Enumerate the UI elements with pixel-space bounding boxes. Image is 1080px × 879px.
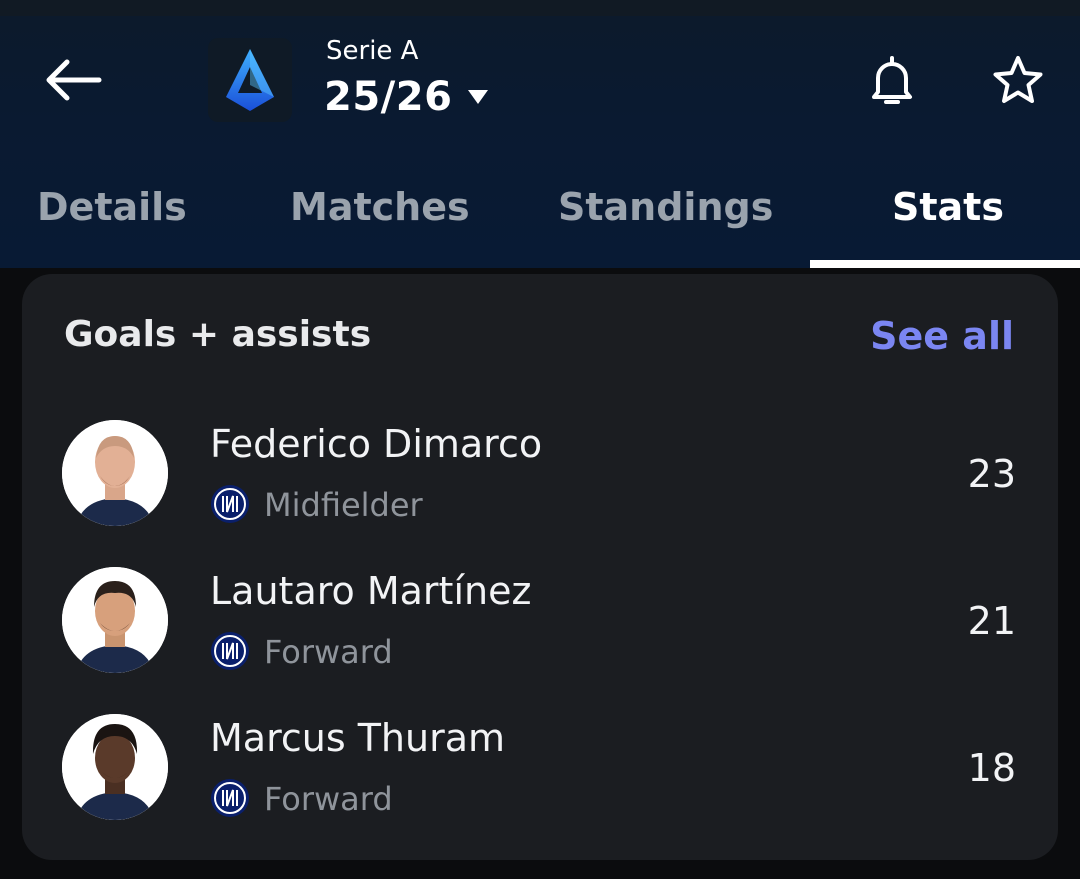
player-avatar [62, 567, 168, 673]
header: Serie A 25/26 Details Matches Standings … [0, 0, 1080, 268]
tab-bar: Details Matches Standings Stats [0, 170, 1080, 268]
player-avatar [62, 714, 168, 820]
status-strip [0, 0, 1080, 16]
active-tab-indicator [810, 260, 1080, 268]
inter-badge-icon [210, 778, 250, 818]
league-logo [208, 38, 292, 122]
star-icon [993, 56, 1043, 103]
player-name: Lautaro Martínez [210, 569, 532, 613]
tab-stats[interactable]: Stats [892, 182, 1004, 232]
tab-matches[interactable]: Matches [290, 182, 470, 232]
bell-icon [872, 56, 912, 104]
stat-value: 18 [967, 746, 1016, 790]
player-row[interactable]: Federico Dimarco Midfielder 23 [22, 408, 1058, 528]
player-name: Marcus Thuram [210, 716, 506, 760]
player-avatar [62, 420, 168, 526]
inter-badge-icon [210, 484, 250, 524]
player-name: Federico Dimarco [210, 422, 543, 466]
player-position: Forward [264, 780, 393, 818]
player-position: Midfielder [264, 486, 423, 524]
back-button[interactable] [40, 50, 106, 110]
player-position: Forward [264, 633, 393, 671]
tab-details[interactable]: Details [37, 182, 187, 232]
arrow-left-icon [46, 59, 102, 101]
tab-standings[interactable]: Standings [558, 182, 773, 232]
card-title: Goals + assists [64, 314, 372, 355]
serie-a-logo-icon [226, 49, 274, 111]
see-all-link[interactable]: See all [870, 314, 1014, 358]
league-name: Serie A [326, 36, 419, 66]
season-selector[interactable]: 25/26 [324, 72, 489, 122]
inter-badge-icon [210, 631, 250, 671]
season-label: 25/26 [324, 74, 453, 120]
favorite-button[interactable] [988, 52, 1048, 110]
goals-assists-card: Goals + assists See all Federico Dimarco… [22, 274, 1058, 860]
stat-value: 21 [967, 599, 1016, 643]
caret-down-icon [468, 90, 489, 104]
player-row[interactable]: Marcus Thuram Forward 18 [22, 702, 1058, 822]
stat-value: 23 [967, 452, 1016, 496]
notifications-button[interactable] [866, 52, 918, 110]
player-row[interactable]: Lautaro Martínez Forward 21 [22, 555, 1058, 675]
